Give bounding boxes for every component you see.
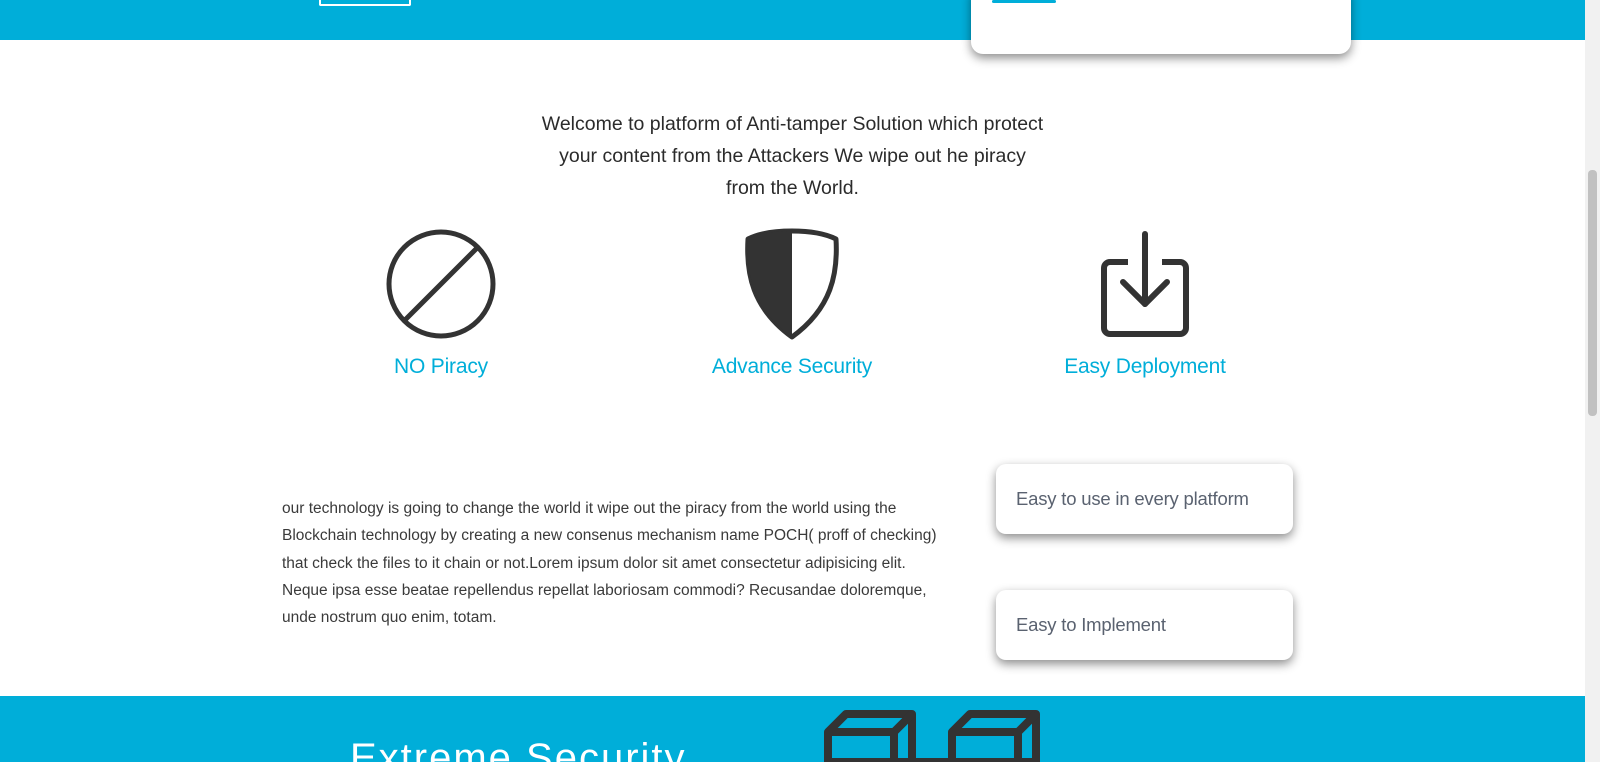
feature-easy-deployment: Easy Deployment xyxy=(995,228,1295,379)
feature-label: Advance Security xyxy=(711,355,873,378)
card-easy-to-implement[interactable]: Easy to Implement xyxy=(996,590,1293,660)
header-button[interactable] xyxy=(319,0,411,6)
floating-popup-card xyxy=(971,0,1351,54)
feature-no-piracy: NO Piracy xyxy=(291,228,591,379)
shield-icon xyxy=(642,228,942,343)
section-title: Extreme Security xyxy=(350,736,687,762)
card-easy-to-use[interactable]: Easy to use in every platform xyxy=(996,464,1293,534)
scrollbar[interactable] xyxy=(1585,0,1600,762)
feature-label: NO Piracy xyxy=(394,355,488,378)
scrollbar-thumb[interactable] xyxy=(1588,170,1597,416)
blockchain-cubes-icon xyxy=(822,706,1052,762)
ban-icon xyxy=(291,228,591,343)
welcome-text: Welcome to platform of Anti-tamper Solut… xyxy=(541,112,1044,199)
description-text: our technology is going to change the wo… xyxy=(282,500,937,627)
feature-label: Easy Deployment xyxy=(1064,355,1226,378)
popup-link-underline[interactable] xyxy=(992,0,1056,3)
card-label: Easy to Implement xyxy=(1016,614,1166,635)
feature-advance-security: Advance Security xyxy=(642,228,942,379)
bottom-section: Extreme Security xyxy=(0,696,1585,762)
download-icon xyxy=(995,228,1295,343)
card-label: Easy to use in every platform xyxy=(1016,488,1249,509)
